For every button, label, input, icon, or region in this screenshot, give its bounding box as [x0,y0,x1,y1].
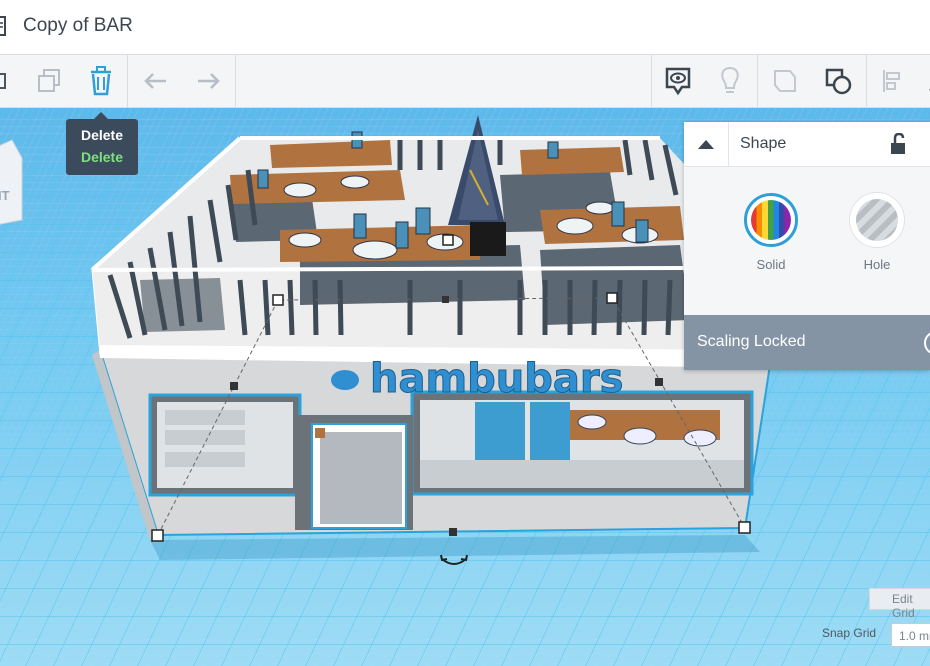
solid-label: Solid [756,257,786,272]
redo-icon [198,73,220,89]
edge-handle[interactable] [449,528,457,536]
mirror-button[interactable] [910,61,930,101]
resize-handle[interactable] [151,529,164,542]
group-button[interactable] [765,61,805,101]
hole-label: Hole [863,257,891,272]
edge-handle[interactable] [655,378,663,386]
edit-grid-button[interactable]: Edit Grid [869,588,930,620]
toolbar-divider [235,55,236,108]
duplicate-icon [38,69,60,92]
resize-handle[interactable] [442,234,454,246]
toolbar-divider [866,55,867,108]
shape-inspector: Shape Solid Hole Scaling Locked [684,122,930,370]
delete-button[interactable] [81,61,121,101]
sign-text: hambubars [370,356,623,402]
resize-handle[interactable] [738,521,751,534]
hambubars-sign: hambubars [331,356,624,403]
copy-button[interactable] [0,61,20,101]
hole-swatch[interactable] [850,193,904,247]
align-icon [883,70,900,92]
hatch-icon [856,199,898,241]
notes-button[interactable] [658,61,698,101]
trash-icon [91,66,111,96]
design-title[interactable]: Copy of BAR [23,15,133,37]
speech-eye-icon [665,67,691,96]
toolbar [0,55,930,108]
file-icon [0,16,6,36]
scaling-lock-bar: Scaling Locked [684,315,930,370]
solid-swatch[interactable] [744,193,798,247]
toolbar-divider [127,55,128,108]
ungroup-button[interactable] [818,61,858,101]
tooltip-shortcut: Delete [80,149,124,165]
undo-button[interactable] [136,61,176,101]
inspector-header: Shape [684,122,930,167]
resize-handle[interactable] [606,292,618,304]
delete-tooltip: Delete Delete [66,112,138,175]
inspector-body: Solid Hole [684,167,930,315]
tooltip-title: Delete [80,127,124,143]
edge-handle[interactable] [442,296,449,303]
view-cube-label: IT [0,188,10,203]
resize-handle[interactable] [272,294,284,306]
unlock-icon[interactable] [889,133,909,155]
scaling-label: Scaling Locked [697,333,806,350]
group-icon [774,70,796,92]
lightbulb-icon [721,66,739,93]
duplicate-button[interactable] [29,61,69,101]
inspector-title: Shape [740,135,787,152]
ungroup-icon [825,68,852,95]
mirror-icon [929,89,930,91]
toolbar-divider [651,55,652,108]
light-button[interactable] [710,61,750,101]
scaling-toggle[interactable] [924,331,930,355]
right-window [410,390,754,496]
collapse-button[interactable] [684,122,729,166]
view-cube[interactable]: IT [0,139,23,226]
align-button[interactable] [873,61,913,101]
toolbar-divider [757,55,758,108]
copy-icon [0,73,6,89]
snap-grid-label: Snap Grid [822,626,877,640]
snap-grid-select[interactable]: 1.0 mm [891,623,930,647]
edge-handle[interactable] [230,382,238,390]
left-window [148,393,302,497]
undo-icon [144,73,166,89]
rotate-handle-icon[interactable] [438,553,470,573]
title-bar: Copy of BAR [0,0,930,55]
chevron-up-icon [698,140,714,149]
front-door [295,415,413,530]
redo-button[interactable] [188,61,228,101]
rainbow-icon [751,200,791,240]
